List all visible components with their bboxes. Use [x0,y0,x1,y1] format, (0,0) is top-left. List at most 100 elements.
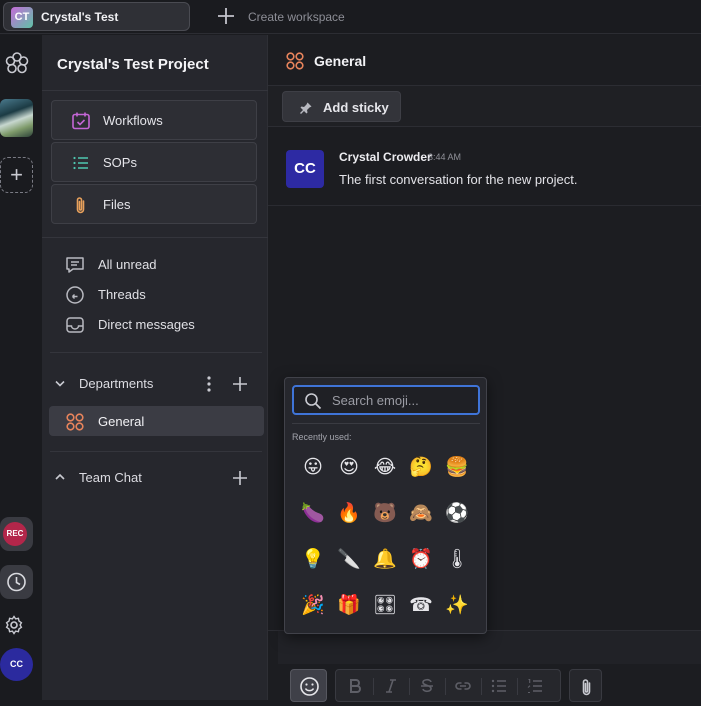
emoji-button[interactable]: 🔔 [371,545,399,573]
recently-used-label: Recently used: [292,432,352,442]
nav-threads-label: Threads [98,287,146,302]
channel-title: General [314,53,367,69]
emoji-button[interactable]: 🤔 [407,453,435,481]
divider [42,90,268,91]
workspace-name: Crystal's Test [41,10,119,24]
history-button[interactable] [0,565,33,599]
bold-icon[interactable] [346,677,364,695]
emoji-button[interactable]: 💡 [299,545,327,573]
italic-icon[interactable] [382,677,400,695]
project-title: Crystal's Test Project [57,56,209,73]
emoji-button[interactable]: 🎉 [299,591,327,619]
workflows-button[interactable]: Workflows [51,100,257,140]
emoji-button[interactable]: 😛 [299,453,327,481]
plus-icon: + [10,162,23,187]
emoji-button[interactable]: 🍆 [299,499,327,527]
attach-button[interactable] [569,669,602,702]
project-thumbnail[interactable] [0,99,33,137]
separator [517,678,518,695]
workspace-tab[interactable]: CT Crystal's Test [3,2,190,31]
list-icon [73,156,88,170]
separator [373,678,374,695]
app-logo-icon[interactable] [2,49,32,79]
channel-general[interactable]: General [49,406,264,436]
emoji-search-field[interactable] [292,385,480,415]
emoji-search-input[interactable] [332,391,472,409]
message-text: The first conversation for the new proje… [339,172,578,187]
team-chat-section[interactable]: Team Chat [42,466,268,490]
sops-label: SOPs [103,155,137,170]
separator [481,678,482,695]
emoji-button[interactable]: ⚽ [443,499,471,527]
message-author[interactable]: Crystal Crowder [339,150,432,164]
create-workspace-button[interactable]: Create workspace [248,10,345,24]
files-label: Files [103,197,131,212]
emoji-button[interactable]: 🎁 [335,591,363,619]
departments-section[interactable]: Departments [42,372,268,396]
pin-icon [300,102,312,114]
files-button[interactable]: Files [51,184,257,224]
add-project-button[interactable]: + [0,157,33,193]
emoji-button[interactable]: 😂 [371,453,399,481]
emoji-button[interactable]: 🍔 [443,453,471,481]
workspace-topbar: CT Crystal's Test Create workspace [0,0,701,34]
team-chat-label: Team Chat [79,470,142,485]
kebab-menu-icon[interactable] [202,374,216,394]
strikethrough-icon[interactable] [418,677,436,695]
search-icon [305,393,322,410]
bullet-list-icon[interactable] [490,677,508,695]
message-composer [268,630,701,702]
emoji-button[interactable]: 🎛 [371,591,399,619]
format-buttons [335,669,561,702]
record-button[interactable]: REC [0,517,33,551]
workflows-label: Workflows [103,113,163,128]
add-sticky-label: Add sticky [323,100,389,115]
nav-direct-messages-label: Direct messages [98,317,195,332]
plus-icon[interactable] [230,374,250,394]
formatting-toolbar [268,666,701,706]
avatar[interactable]: CC [286,150,324,188]
plus-icon[interactable] [230,468,250,488]
calendar-check-icon [72,112,90,130]
emoji-button[interactable]: 🙈 [407,499,435,527]
inbox-icon [66,317,84,333]
emoji-button[interactable]: 😍 [335,453,363,481]
clock-icon [7,572,26,592]
divider [50,352,262,353]
emoji-button[interactable]: 🐻 [371,499,399,527]
link-icon[interactable] [454,677,472,695]
nav-all-unread-label: All unread [98,257,157,272]
emoji-button[interactable] [290,669,327,702]
departments-label: Departments [79,376,154,391]
numbered-list-icon[interactable] [526,677,544,695]
user-avatar[interactable]: CC [0,648,33,681]
emoji-button[interactable]: 🔥 [335,499,363,527]
emoji-button[interactable]: 🔪 [335,545,363,573]
divider [50,451,262,452]
smiley-icon [300,677,319,696]
message-input[interactable] [278,631,701,664]
emoji-button[interactable]: ⏰ [407,545,435,573]
divider [42,237,268,238]
channel-grid-icon [66,413,84,431]
channel-general-label: General [98,414,145,429]
message-item: CC Crystal Crowder 3:44 AM The first con… [268,127,701,206]
project-sidebar: Crystal's Test Project Workflows SOPs Fi… [42,35,268,700]
plus-icon[interactable] [216,6,236,26]
add-sticky-button[interactable]: Add sticky [282,91,401,122]
paperclip-icon [582,679,591,696]
emoji-button[interactable]: ✨ [443,591,471,619]
sops-button[interactable]: SOPs [51,142,257,182]
emoji-button[interactable]: 🌡 [443,545,471,573]
chevron-up-icon[interactable] [53,470,67,484]
workspace-avatar: CT [11,7,33,28]
left-rail: + REC CC [0,35,42,700]
emoji-picker: Recently used: 😛 😍 😂 🤔 🍔 🍆 🔥 🐻 🙈 ⚽ 💡 🔪 🔔 ⏰ 🌡 🎉 🎁 🎛 ☎ ✨ [284,377,487,634]
separator [409,678,410,695]
emoji-button[interactable]: ☎ [407,591,435,619]
divider [292,423,480,424]
separator [445,678,446,695]
chevron-down-icon[interactable] [53,376,67,390]
gear-icon[interactable] [2,610,32,640]
threads-icon [66,286,84,304]
